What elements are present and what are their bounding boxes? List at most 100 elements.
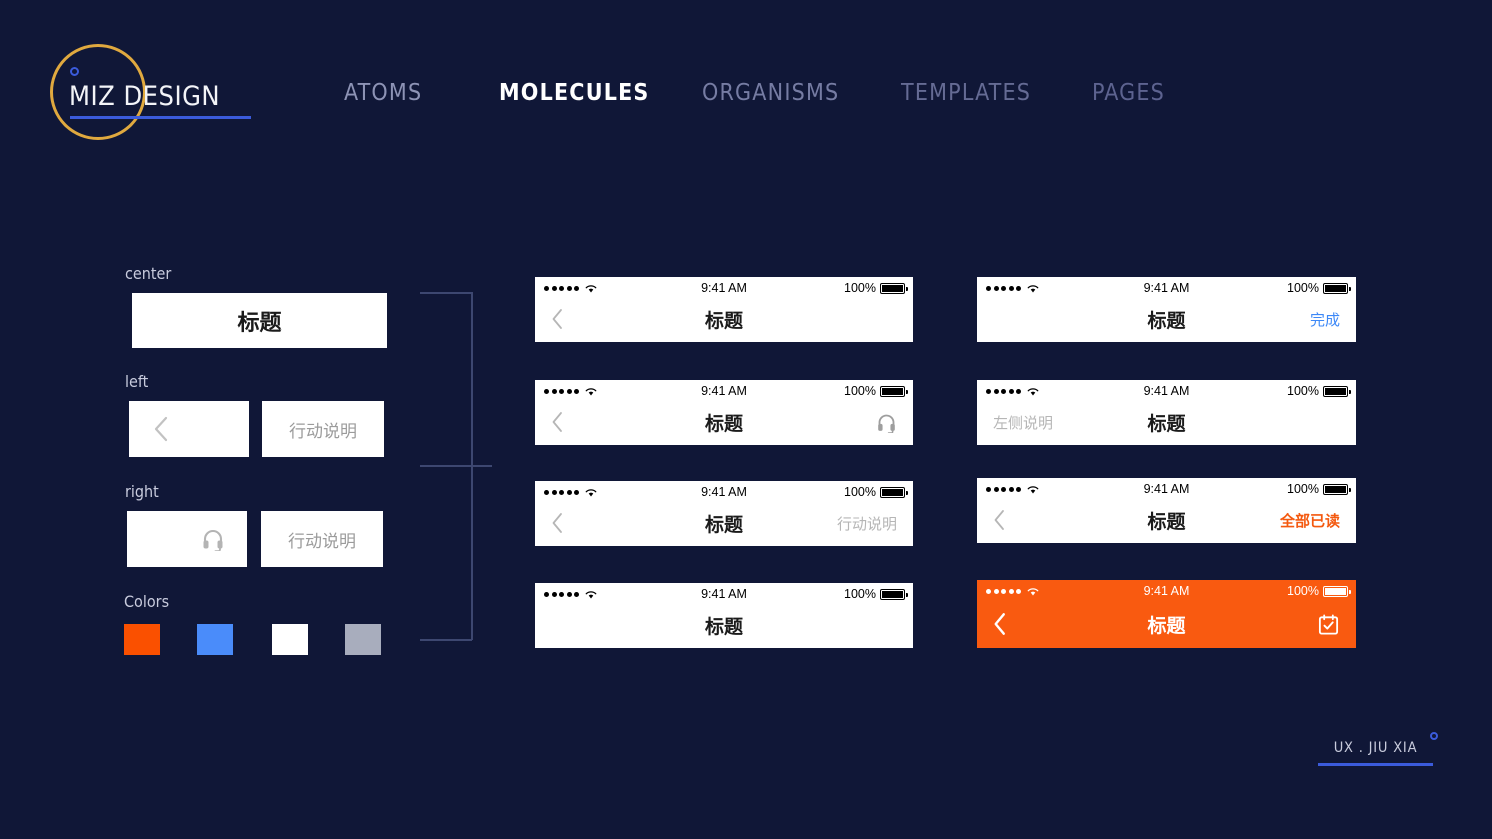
signature-text: UX . JIU XIA	[1333, 740, 1418, 756]
nav-item-templates[interactable]: TEMPLATES	[901, 80, 1031, 106]
spec-center-titlebar[interactable]: 标题	[132, 293, 387, 348]
wifi-icon	[584, 283, 598, 294]
color-swatch-gray[interactable]	[345, 624, 381, 655]
nav-right-action[interactable]: 完成	[1310, 309, 1340, 330]
spec-right-action-button[interactable]: 行动说明	[261, 511, 383, 567]
status-battery: 100%	[844, 281, 908, 295]
status-signal	[544, 386, 598, 397]
nav-title-bar: 左侧说明 标题	[977, 402, 1356, 442]
signal-dots-icon	[544, 285, 579, 291]
status-battery: 100%	[844, 384, 908, 398]
battery-full-icon	[1323, 483, 1351, 495]
footer-signature: UX . JIU XIA	[1318, 732, 1438, 766]
nav-title-bar: 标题 行动说明	[535, 503, 913, 543]
spec-center-title: 标题	[237, 309, 282, 335]
status-signal	[544, 283, 598, 294]
status-battery: 100%	[1287, 384, 1351, 398]
status-signal	[986, 484, 1040, 495]
nav-title: 标题	[1147, 310, 1186, 332]
status-battery: 100%	[844, 587, 908, 601]
status-bar: 9:41 AM 100%	[535, 583, 913, 605]
status-battery: 100%	[1287, 482, 1351, 496]
nav-title: 标题	[704, 310, 743, 332]
battery-full-icon	[1323, 282, 1351, 294]
brand-name: MIZ DESIGN	[69, 81, 221, 112]
wifi-icon	[1026, 484, 1040, 495]
spec-label-colors: Colors	[124, 592, 170, 611]
battery-full-icon	[1323, 385, 1351, 397]
nav-right-action[interactable]: 行动说明	[837, 513, 897, 534]
back-chevron-icon[interactable]	[551, 411, 564, 433]
nav-item-pages[interactable]: PAGES	[1092, 80, 1165, 106]
signal-dots-icon	[986, 388, 1021, 394]
spec-label-center: center	[125, 264, 172, 283]
calendar-check-icon[interactable]	[1317, 613, 1340, 636]
navbar-card-orange[interactable]: 9:41 AM 100% 标题	[977, 580, 1356, 648]
nav-item-molecules[interactable]: MOLECULES	[499, 80, 650, 106]
page-root: MIZ DESIGN ATOMS MOLECULES ORGANISMS TEM…	[0, 0, 1492, 839]
color-swatch-blue[interactable]	[197, 624, 233, 655]
status-battery: 100%	[844, 485, 908, 499]
headphone-icon[interactable]	[876, 412, 897, 433]
status-bar: 9:41 AM 100%	[977, 380, 1356, 402]
navbar-card[interactable]: 9:41 AM 100% 标题	[535, 380, 913, 445]
navbar-card[interactable]: 9:41 AM 100% 标题	[535, 583, 913, 648]
battery-full-icon	[880, 282, 908, 294]
wifi-icon	[584, 487, 598, 498]
signal-dots-icon	[986, 486, 1021, 492]
status-bar: 9:41 AM 100%	[535, 380, 913, 402]
color-swatch-white[interactable]	[272, 624, 308, 655]
battery-full-icon	[880, 385, 908, 397]
spec-left-action-button[interactable]: 行动说明	[262, 401, 384, 457]
battery-percent: 100%	[844, 384, 876, 398]
back-chevron-icon[interactable]	[993, 612, 1007, 636]
signal-dots-icon	[544, 591, 579, 597]
status-bar: 9:41 AM 100%	[977, 277, 1356, 299]
nav-right-action[interactable]: 全部已读	[1280, 510, 1340, 531]
status-bar: 9:41 AM 100%	[977, 478, 1356, 500]
navbar-card[interactable]: 9:41 AM 100% 左侧说明 标题	[977, 380, 1356, 445]
bracket-bottom-stub	[420, 639, 472, 641]
spec-right-headphone-button[interactable]	[127, 511, 247, 567]
status-battery: 100%	[1287, 584, 1351, 598]
nav-item-organisms[interactable]: ORGANISMS	[702, 80, 839, 106]
battery-percent: 100%	[1287, 384, 1319, 398]
spec-label-left: left	[125, 372, 149, 391]
nav-title-bar: 标题 全部已读	[977, 500, 1356, 540]
nav-item-atoms[interactable]: ATOMS	[344, 80, 422, 106]
nav-title: 标题	[704, 616, 743, 638]
color-swatch-orange[interactable]	[124, 624, 160, 655]
signal-dots-icon	[986, 285, 1021, 291]
spec-right-action-label: 行动说明	[288, 531, 356, 551]
signal-dots-icon	[986, 588, 1021, 594]
navbar-card[interactable]: 9:41 AM 100% 标题	[535, 277, 913, 342]
status-signal	[544, 589, 598, 600]
nav-title: 标题	[1147, 615, 1186, 637]
wifi-icon	[584, 386, 598, 397]
spec-label-right: right	[125, 482, 159, 501]
wifi-icon	[1026, 386, 1040, 397]
nav-title-bar: 标题 完成	[977, 299, 1356, 339]
battery-percent: 100%	[1287, 584, 1319, 598]
navbar-card[interactable]: 9:41 AM 100% 标题 行动说明	[535, 481, 913, 546]
battery-full-icon	[1323, 585, 1351, 597]
signature-underline	[1318, 763, 1433, 766]
spec-left-back-button[interactable]	[129, 401, 249, 457]
status-battery: 100%	[1287, 281, 1351, 295]
brand-logo[interactable]: MIZ DESIGN	[50, 44, 251, 148]
nav-left-action[interactable]: 左侧说明	[993, 412, 1053, 433]
battery-percent: 100%	[1287, 482, 1319, 496]
signal-dots-icon	[544, 489, 579, 495]
battery-percent: 100%	[1287, 281, 1319, 295]
navbar-card[interactable]: 9:41 AM 100% 标题 完成	[977, 277, 1356, 342]
brand-underline	[70, 116, 251, 119]
nav-title-bar: 标题	[535, 299, 913, 339]
back-chevron-icon[interactable]	[551, 512, 564, 534]
navbar-card[interactable]: 9:41 AM 100% 标题 全部已读	[977, 478, 1356, 543]
bracket-top-stub	[420, 292, 472, 294]
back-chevron-icon[interactable]	[993, 509, 1006, 531]
back-chevron-icon[interactable]	[551, 308, 564, 330]
chevron-left-icon	[153, 415, 169, 443]
battery-full-icon	[880, 588, 908, 600]
signature-dot-icon	[1430, 732, 1438, 740]
